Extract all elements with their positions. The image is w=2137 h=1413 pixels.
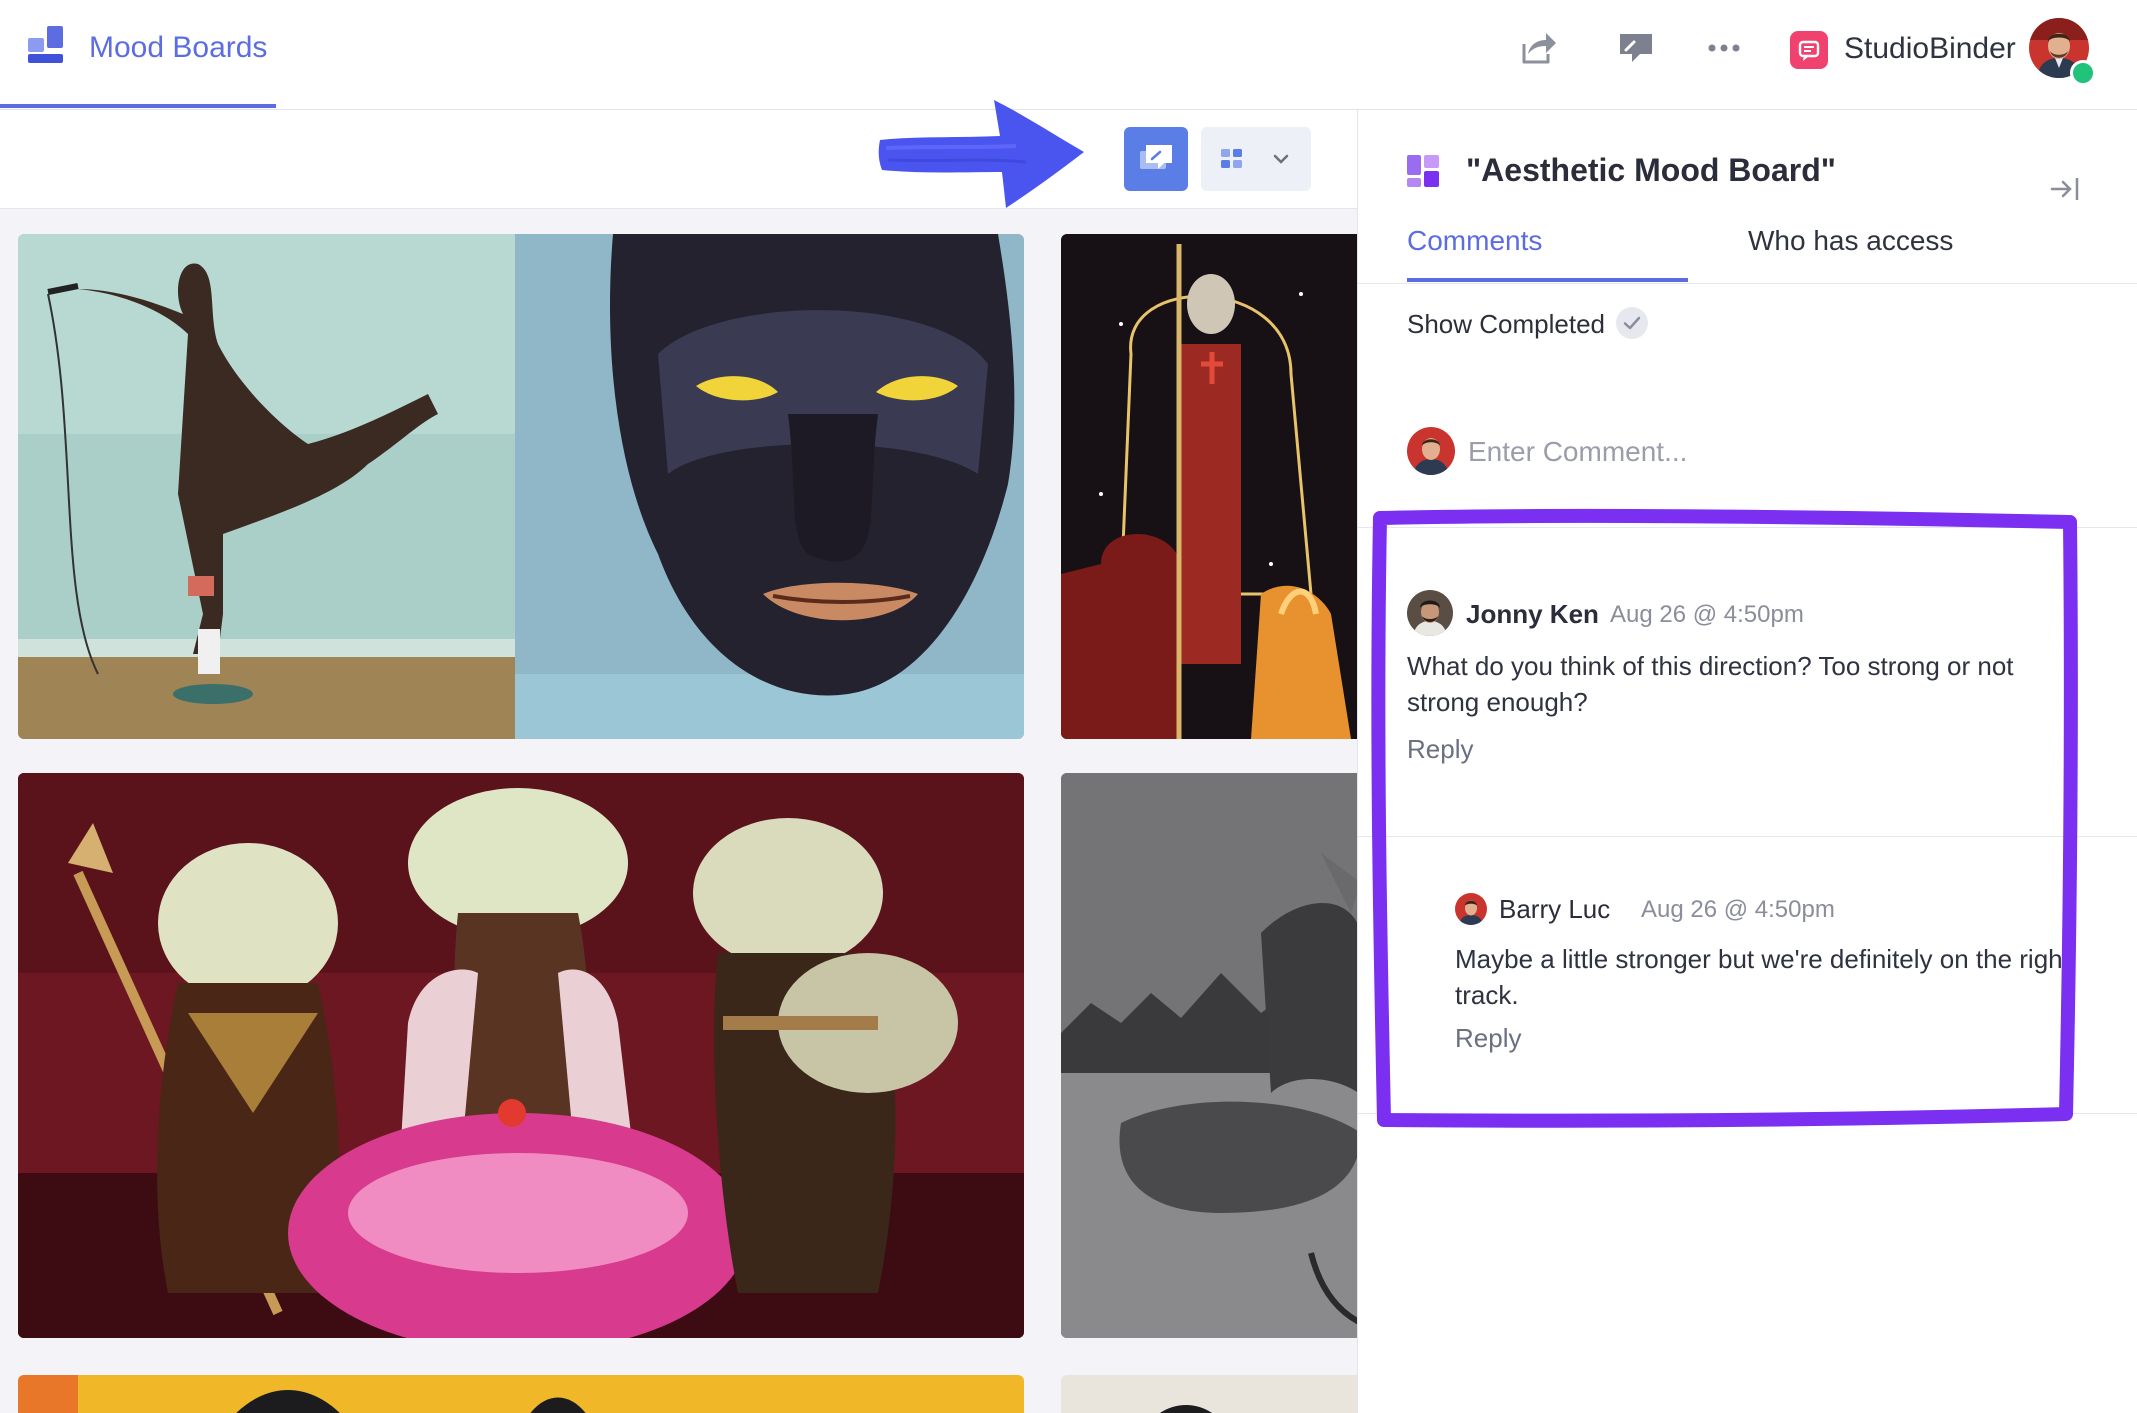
avatar <box>1407 590 1453 636</box>
presentation-icon[interactable] <box>1612 24 1660 72</box>
view-mode-dropdown[interactable] <box>1201 127 1311 191</box>
comment-timestamp: Aug 26 @ 4:50pm <box>1610 601 1804 628</box>
tab-comments[interactable]: Comments <box>1407 221 1542 261</box>
comment-timestamp: Aug 26 @ 4:50pm <box>1641 896 1835 923</box>
mood-board-image-2[interactable] <box>1061 234 1357 739</box>
comments-toggle-icon <box>1140 145 1172 169</box>
board-logo-icon <box>28 26 63 63</box>
mood-board-image-3[interactable] <box>18 773 1024 1338</box>
app-title[interactable]: Mood Boards <box>89 28 267 68</box>
brand-name[interactable]: StudioBinder <box>1844 28 2016 70</box>
reply-button[interactable]: Reply <box>1455 1020 1521 1056</box>
collapse-panel-icon[interactable] <box>2048 172 2082 206</box>
panel-title: "Aesthetic Mood Board" <box>1466 152 1836 188</box>
comment-text: What do you think of this direction? Too… <box>1407 651 2014 717</box>
comments-toggle-button[interactable] <box>1124 127 1188 191</box>
active-nav-indicator <box>0 104 276 108</box>
more-icon[interactable] <box>1700 24 1748 72</box>
show-completed-label[interactable]: Show Completed <box>1407 306 1605 342</box>
chevron-down-icon <box>1273 154 1289 164</box>
mood-board-image-6[interactable] <box>1061 1375 1357 1413</box>
avatar <box>1455 893 1487 925</box>
mood-board-image-4[interactable] <box>1061 773 1357 1338</box>
share-icon[interactable] <box>1514 24 1562 72</box>
active-tab-indicator <box>1407 278 1688 282</box>
comment-input[interactable] <box>1466 428 2090 476</box>
mood-board-image-5[interactable] <box>18 1375 1024 1413</box>
online-status-indicator <box>2070 60 2096 86</box>
comment-author[interactable]: Barry Luc <box>1499 891 1610 927</box>
mood-board-icon <box>1407 155 1439 187</box>
mood-board-image-1[interactable] <box>18 234 1024 739</box>
checkmark-icon <box>1623 316 1641 330</box>
reply-button[interactable]: Reply <box>1407 731 1473 767</box>
show-completed-toggle[interactable] <box>1616 307 1648 339</box>
divider <box>1358 836 2137 837</box>
divider <box>1358 527 2137 528</box>
mood-board-canvas <box>0 209 1357 1413</box>
grid-view-icon <box>1221 149 1242 168</box>
tab-who-has-access[interactable]: Who has access <box>1748 221 1953 261</box>
divider <box>1358 1113 2137 1114</box>
studiobinder-logo-icon <box>1790 31 1828 69</box>
avatar <box>1407 427 1455 475</box>
comment-text: Maybe a little stronger but we're defini… <box>1455 944 2070 1010</box>
arrow-annotation <box>878 100 1084 208</box>
comment-author[interactable]: Jonny Ken <box>1466 596 1599 632</box>
